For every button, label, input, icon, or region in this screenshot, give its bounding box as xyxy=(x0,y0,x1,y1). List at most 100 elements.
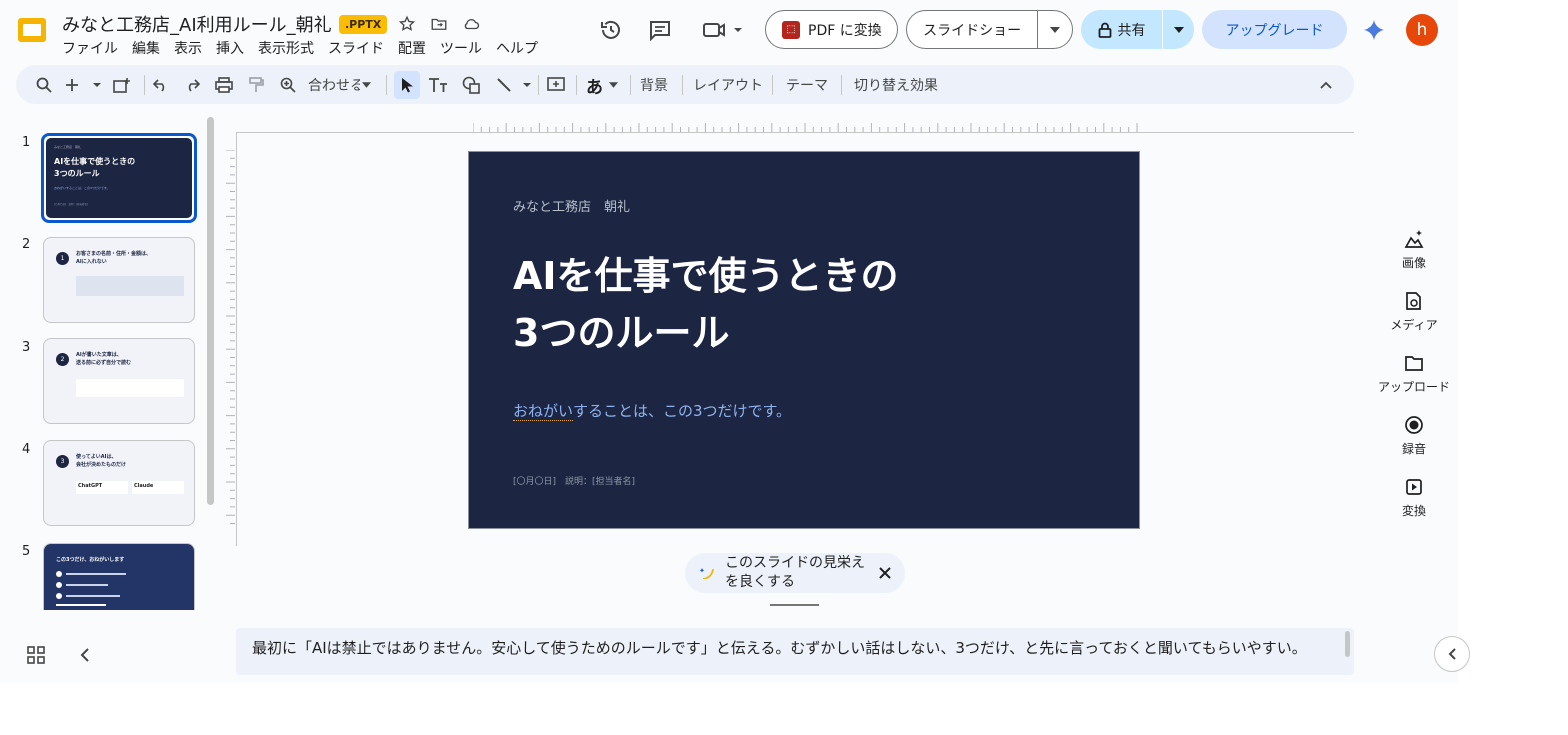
shape-icon[interactable] xyxy=(459,73,483,97)
layout-button[interactable]: レイアウト xyxy=(693,75,763,95)
slide-thumbnail-3[interactable]: 2 AIが書いた文章は、 送る前に必ず自分で読む xyxy=(43,338,195,424)
side-convert-label: 変換 xyxy=(1401,504,1426,518)
share-button-group: 共有 xyxy=(1081,10,1194,49)
side-record-button[interactable]: 録音 xyxy=(1376,414,1452,457)
collapse-filmstrip-icon[interactable] xyxy=(76,645,94,665)
slide-thumbnail-5[interactable]: この3つだけ、おねがいします xyxy=(43,543,195,610)
text-box-icon[interactable] xyxy=(426,73,450,97)
zoom-icon[interactable] xyxy=(276,73,300,97)
slideshow-button-group: スライドショー xyxy=(906,10,1073,49)
close-icon[interactable] xyxy=(875,563,895,583)
side-media-button[interactable]: メディア xyxy=(1376,290,1452,333)
paint-format-icon[interactable] xyxy=(244,73,268,97)
slide-title-line2: 3つのルール xyxy=(513,311,730,355)
thumb-footer: [〇月〇日] 説明：[担当者名] xyxy=(54,203,88,206)
format-badge: .PPTX xyxy=(339,15,388,34)
slide-title-line1: AIを仕事で使うときの xyxy=(513,254,899,298)
media-icon xyxy=(1403,290,1425,312)
slide-title[interactable]: AIを仕事で使うときの 3つのルール xyxy=(513,248,899,362)
redo-icon[interactable] xyxy=(180,73,204,97)
convert-to-pdf-label: PDF に変換 xyxy=(808,22,882,39)
convert-to-pdf-button[interactable]: ⬚ PDF に変換 xyxy=(765,10,898,49)
grid-view-icon[interactable] xyxy=(26,645,46,665)
collapse-toolbar-icon[interactable] xyxy=(1314,73,1338,97)
pdf-icon: ⬚ xyxy=(782,20,800,39)
chevron-left-icon xyxy=(1448,648,1456,660)
current-slide[interactable]: みなと工務店 朝礼 AIを仕事で使うときの 3つのルール おねがいすることは、こ… xyxy=(468,151,1140,529)
document-title[interactable]: みなと工務店_AI利用ルール_朝礼 xyxy=(62,11,332,37)
menu-arrange[interactable]: 配置 xyxy=(398,38,426,58)
notes-resize-handle[interactable] xyxy=(770,604,819,606)
menu-help[interactable]: ヘルプ xyxy=(496,38,538,58)
beautify-suggestion-chip[interactable]: このスライドの見栄え を良くする xyxy=(685,553,905,593)
lock-icon xyxy=(1098,22,1111,38)
thumb-title: お客さまの名前・住所・金額は、 AIに入れない xyxy=(76,251,152,265)
slide-thumbnail-2[interactable]: 1 お客さまの名前・住所・金額は、 AIに入れない xyxy=(43,237,195,323)
transition-button[interactable]: 切り替え効果 xyxy=(854,75,938,95)
convert-icon xyxy=(1403,476,1425,498)
slide-thumbnail-1[interactable]: みなと工務店 朝礼 AIを仕事で使うときの 3つのルール おねがいすることは、こ… xyxy=(41,133,197,223)
undo-icon[interactable] xyxy=(149,73,173,97)
side-image-button[interactable]: 画像 xyxy=(1376,228,1452,271)
move-folder-icon[interactable] xyxy=(428,13,450,35)
upgrade-button[interactable]: アップグレード xyxy=(1202,10,1347,49)
menu-tools[interactable]: ツール xyxy=(440,38,482,58)
add-comment-icon[interactable] xyxy=(544,73,568,97)
thumb-badge: 2 xyxy=(56,353,69,366)
slideshow-dropdown-icon[interactable] xyxy=(1037,11,1072,48)
select-tool-icon[interactable] xyxy=(394,71,420,99)
spellcheck-underline-word: おねがい xyxy=(513,402,574,421)
version-history-icon[interactable] xyxy=(597,16,625,44)
thumb-title: AIが書いた文章は、 送る前に必ず自分で読む xyxy=(76,352,132,366)
suggestion-line2: を良くする xyxy=(725,574,795,590)
slide-number: 5 xyxy=(22,544,31,559)
suggestion-line1: このスライドの見栄え xyxy=(725,555,865,571)
filmstrip-scrollbar[interactable] xyxy=(207,117,214,505)
background-button[interactable]: 背景 xyxy=(640,75,668,95)
thumb-subtitle: おねがいすることは、この3つだけです。 xyxy=(54,186,110,190)
cloud-status-icon[interactable] xyxy=(460,13,482,35)
menu-slide[interactable]: スライド xyxy=(328,38,384,58)
meet-camera-icon[interactable] xyxy=(700,16,746,44)
share-label: 共有 xyxy=(1117,22,1146,39)
vertical-ruler[interactable] xyxy=(226,150,235,530)
folder-icon xyxy=(1403,352,1425,374)
input-tools-label: あ xyxy=(586,77,603,98)
banana-sparkle-icon xyxy=(699,568,714,580)
speaker-notes[interactable]: 最初に「AIは禁止ではありません。安心して使うためのルールです」と伝える。むずか… xyxy=(236,628,1354,675)
share-button[interactable]: 共有 xyxy=(1081,10,1162,49)
side-convert-button[interactable]: 変換 xyxy=(1376,476,1452,519)
side-panel-toggle-button[interactable] xyxy=(1434,636,1470,672)
notes-scrollbar[interactable] xyxy=(1345,631,1350,657)
menu-insert[interactable]: 挿入 xyxy=(216,38,244,58)
horizontal-ruler[interactable] xyxy=(473,123,1138,132)
thumb-kicker: みなと工務店 朝礼 xyxy=(54,145,82,149)
slide-number: 2 xyxy=(22,237,31,252)
slide-kicker[interactable]: みなと工務店 朝礼 xyxy=(513,196,630,215)
slides-logo-icon[interactable] xyxy=(16,14,48,46)
menu-format[interactable]: 表示形式 xyxy=(258,38,314,58)
menu-file[interactable]: ファイル xyxy=(62,38,118,58)
side-upload-button[interactable]: アップロード xyxy=(1376,352,1452,395)
gemini-sparkle-icon[interactable] xyxy=(1363,19,1385,41)
menu-edit[interactable]: 編集 xyxy=(132,38,160,58)
print-icon[interactable] xyxy=(212,73,236,97)
slideshow-button[interactable]: スライドショー xyxy=(907,20,1037,40)
slide-footer[interactable]: [〇月〇日] 説明：[担当者名] xyxy=(513,474,635,487)
menu-view[interactable]: 表示 xyxy=(174,38,202,58)
line-tool-icon[interactable] xyxy=(494,73,534,97)
share-dropdown-icon[interactable] xyxy=(1162,10,1194,49)
slide-thumbnail-4[interactable]: 3 使ってよいAIは、 会社が決めたものだけ ChatGPT Claude xyxy=(43,440,195,526)
input-tools-select[interactable]: あ xyxy=(582,73,622,98)
zoom-select[interactable]: 合わせる xyxy=(308,73,376,97)
star-icon[interactable] xyxy=(396,13,418,35)
theme-button[interactable]: テーマ xyxy=(786,75,828,95)
user-avatar[interactable]: h xyxy=(1406,14,1438,46)
new-slide-icon[interactable] xyxy=(64,73,104,97)
slide-subtitle[interactable]: おねがいすることは、この3つだけです。 xyxy=(513,400,791,421)
search-menus-icon[interactable] xyxy=(32,73,56,97)
menu-bar: ファイル 編集 表示 挿入 表示形式 スライド 配置 ツール ヘルプ xyxy=(62,38,552,58)
new-slide-layout-icon[interactable] xyxy=(110,73,134,97)
speaker-notes-text[interactable]: 最初に「AIは禁止ではありません。安心して使うためのルールです」と伝える。むずか… xyxy=(252,638,1332,658)
comments-icon[interactable] xyxy=(646,16,674,44)
